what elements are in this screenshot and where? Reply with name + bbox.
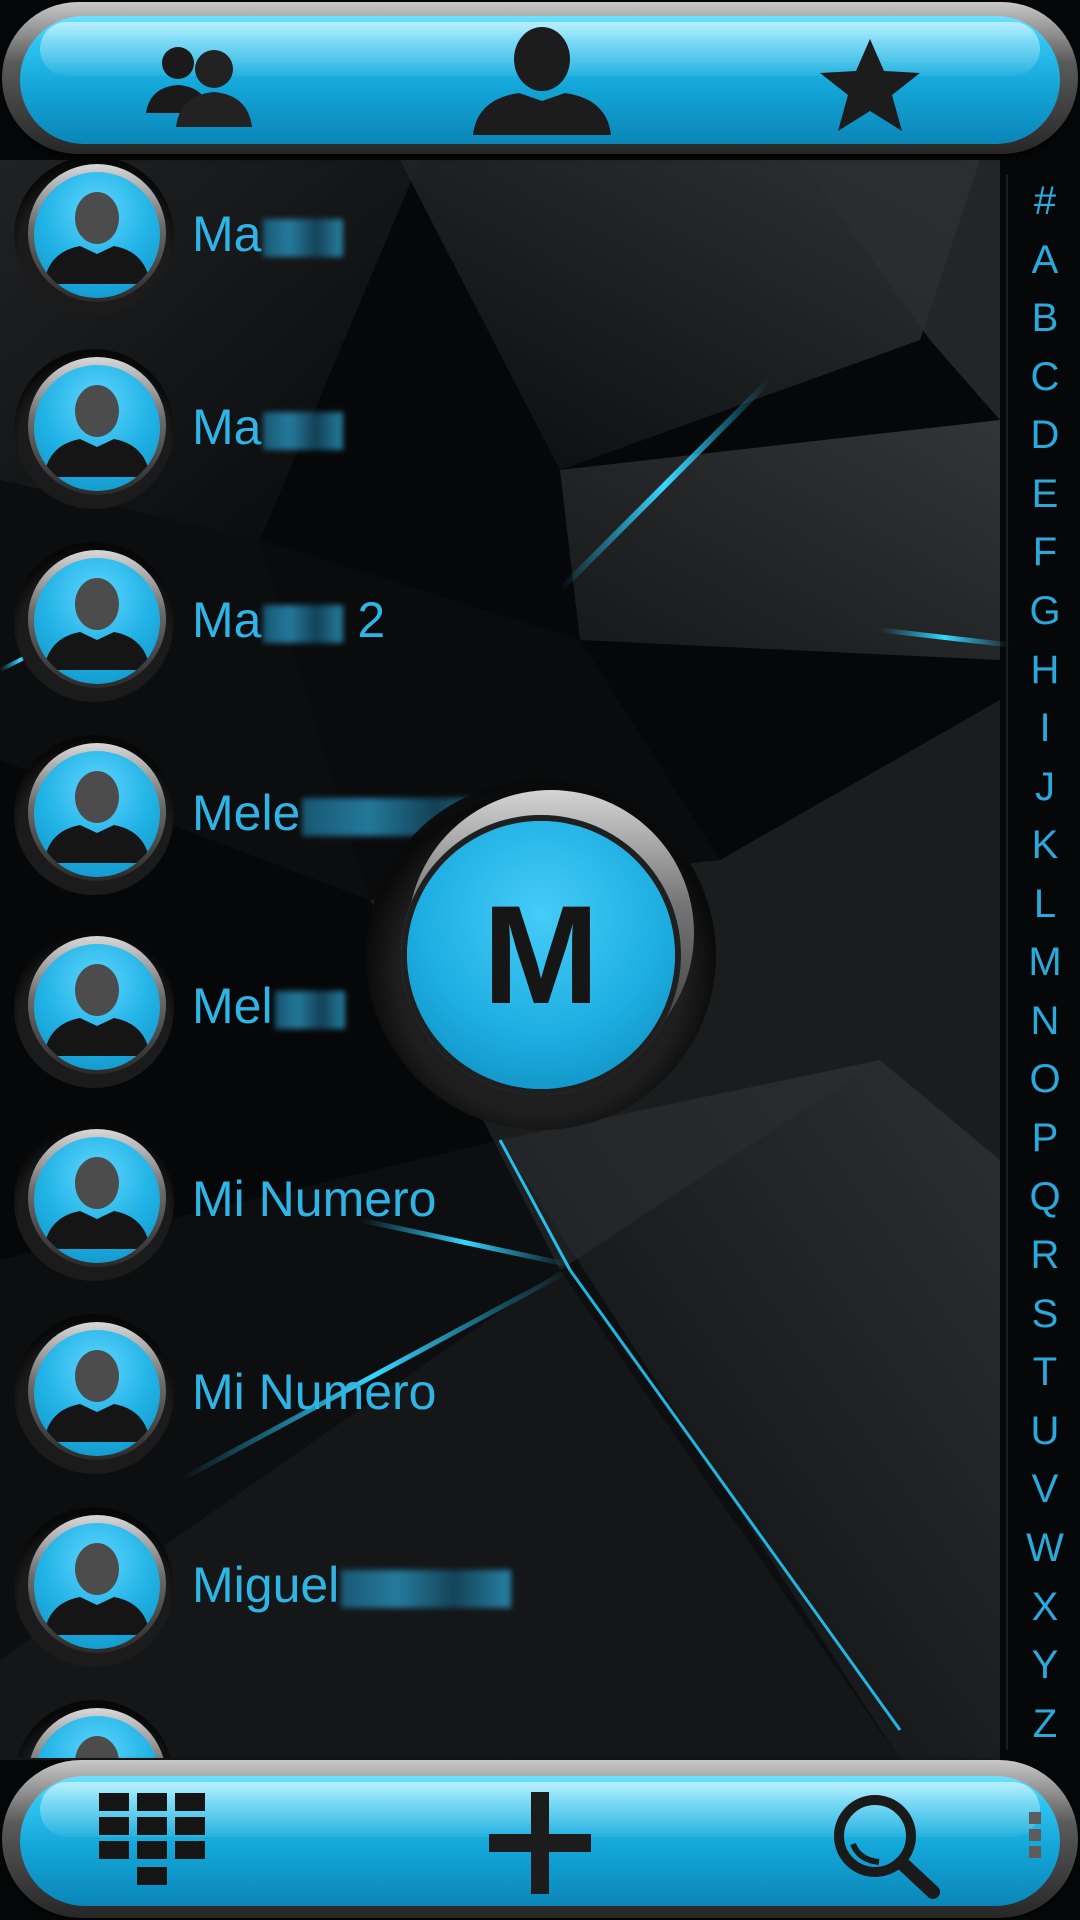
contact-row[interactable]: Mi Numero (0, 1296, 1000, 1489)
alpha-index-letter[interactable]: S (1015, 1288, 1075, 1340)
search-icon (834, 1795, 940, 1899)
contact-avatar-icon (14, 160, 174, 316)
contact-name-text: Mi Numero (192, 1171, 437, 1227)
alpha-index-letter[interactable]: T (1015, 1346, 1075, 1398)
alpha-index-letter[interactable]: C (1015, 351, 1075, 403)
contact-avatar-icon (14, 542, 174, 702)
alpha-index-letter[interactable]: O (1015, 1053, 1075, 1105)
alpha-index-letter[interactable]: Z (1015, 1698, 1075, 1750)
redacted-text (341, 1569, 512, 1608)
contact-name-text: Mele (192, 785, 301, 841)
alpha-index-letter[interactable]: U (1015, 1405, 1075, 1457)
alpha-index-letter[interactable]: Q (1015, 1171, 1075, 1223)
contact-name: Ma (192, 331, 344, 524)
favorites-tab-button[interactable] (810, 28, 930, 138)
contact-name: Ma (192, 160, 344, 331)
alpha-index-letter[interactable]: V (1015, 1463, 1075, 1515)
alpha-index-letter[interactable]: R (1015, 1229, 1075, 1281)
redacted-text (263, 411, 344, 450)
contact-avatar-icon (14, 1314, 174, 1474)
alpha-index-letter[interactable]: W (1015, 1522, 1075, 1574)
contact-name-text: Ma (192, 399, 262, 455)
contact-name-text: Mel (192, 978, 273, 1034)
contact-row[interactable]: Mi Numero (0, 1103, 1000, 1296)
contact-name-text: Miguel (192, 1557, 340, 1613)
alpha-index-letter[interactable]: I (1015, 702, 1075, 754)
contact-avatar-icon (14, 1700, 174, 1758)
contacts-tab-button[interactable] (462, 22, 622, 140)
alpha-index-letter[interactable]: F (1015, 526, 1075, 578)
redacted-text (274, 990, 345, 1029)
redacted-text (263, 218, 344, 257)
contact-avatar-icon (14, 1121, 174, 1281)
alpha-index-letter[interactable]: D (1015, 409, 1075, 461)
contact-avatar-icon (14, 928, 174, 1088)
contact-row[interactable]: Miguel (0, 1682, 1000, 1758)
alpha-index-letter[interactable]: X (1015, 1581, 1075, 1633)
overflow-menu-icon[interactable] (1020, 1808, 1050, 1868)
contact-name: Mi Numero (192, 1296, 436, 1489)
alpha-index-letter[interactable]: G (1015, 585, 1075, 637)
alpha-index-letter[interactable]: P (1015, 1112, 1075, 1164)
bottom-action-bar (0, 1758, 1080, 1920)
alpha-index-letter[interactable]: M (1015, 936, 1075, 988)
dialpad-icon (99, 1793, 205, 1885)
alpha-index-letter[interactable]: B (1015, 292, 1075, 344)
contact-row[interactable]: Ma (0, 160, 1000, 331)
alpha-index-letter[interactable]: H (1015, 644, 1075, 696)
alpha-index-letter[interactable]: A (1015, 234, 1075, 286)
contact-name: Miguel (192, 1682, 511, 1758)
alpha-index-letter[interactable]: K (1015, 819, 1075, 871)
contact-name-suffix: 2 (343, 592, 386, 648)
dialpad-button[interactable] (92, 1786, 212, 1898)
groups-icon (146, 47, 252, 127)
contact-avatar-icon (14, 1507, 174, 1667)
section-letter-popup: M (366, 780, 716, 1130)
alpha-index-letter[interactable]: # (1015, 175, 1075, 227)
contact-name-text: Ma (192, 592, 262, 648)
contact-name-text: Miguel (192, 1750, 339, 1758)
contact-avatar-icon (14, 349, 174, 509)
add-contact-button[interactable] (478, 1788, 602, 1898)
person-icon (473, 27, 611, 135)
alpha-index-letter[interactable]: N (1015, 995, 1075, 1047)
contact-avatar-icon (14, 735, 174, 895)
contact-name: Mel (192, 910, 345, 1103)
alphabet-index[interactable]: # A B C D E F G H I J K L M N O P Q R S T U V W X Y Z (1006, 175, 1080, 1750)
contact-name-text: Mi Numero (192, 1364, 437, 1420)
contact-name: Mi Numero (192, 1103, 436, 1296)
contact-row[interactable]: Ma (0, 331, 1000, 524)
top-tab-bar (0, 0, 1080, 160)
contact-name: Miguel (192, 1489, 512, 1682)
alpha-index-letter[interactable]: L (1015, 878, 1075, 930)
alpha-index-letter[interactable]: Y (1015, 1639, 1075, 1691)
plus-icon (489, 1792, 591, 1894)
contact-row[interactable]: Ma 2 (0, 524, 1000, 717)
section-letter: M (482, 876, 600, 1033)
contacts-screen: MaMaMa 2MeleMelMi NumeroMi NumeroMiguelM… (0, 0, 1080, 1920)
alpha-index-letter[interactable]: E (1015, 468, 1075, 520)
star-icon (820, 39, 920, 131)
groups-tab-button[interactable] (120, 30, 280, 140)
contact-row[interactable]: Miguel (0, 1489, 1000, 1682)
contact-name-text: Ma (192, 206, 262, 262)
contact-name: Ma 2 (192, 524, 385, 717)
search-button[interactable] (820, 1786, 950, 1902)
redacted-text (263, 604, 344, 643)
alpha-index-letter[interactable]: J (1015, 761, 1075, 813)
